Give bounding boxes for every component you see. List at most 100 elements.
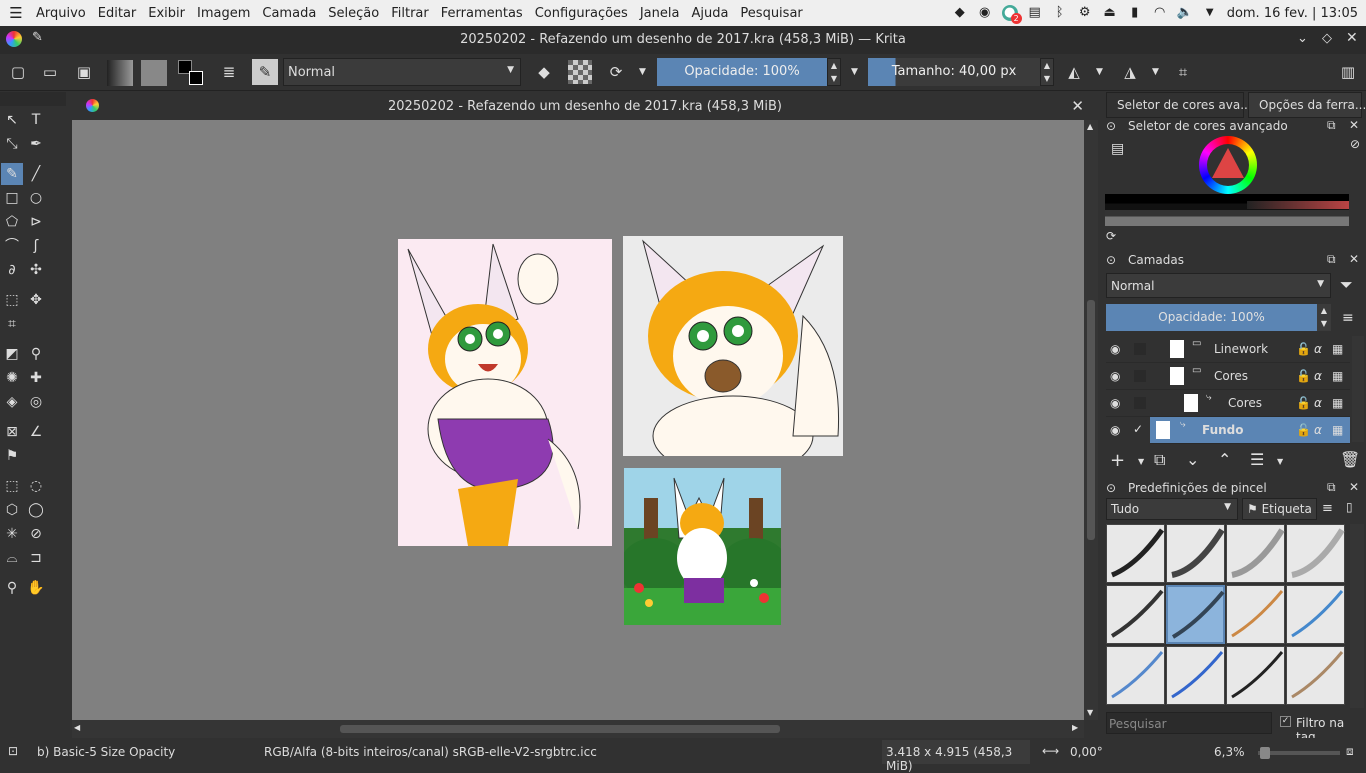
duplicate-layer-icon[interactable]: ⧉ [1154,450,1165,470]
zoom-slider[interactable] [1258,747,1340,759]
clipboard-icon[interactable]: ▤ [1027,5,1043,21]
filter-icon[interactable]: ⏷ [1340,275,1353,295]
layer-name[interactable]: Cores [1228,396,1262,410]
freehand-select-icon[interactable]: ◯ [25,499,47,521]
layer-checked-icon[interactable]: ✓ [1133,422,1143,436]
menu-selecao[interactable]: Seleção [322,6,385,21]
layer-properties-icon[interactable]: ▦ [1332,342,1343,356]
close-document-icon[interactable]: ✕ [1071,97,1084,115]
tab-tool-options[interactable]: Opções da ferra... [1248,92,1366,118]
alpha-lock-icon[interactable]: α [1314,423,1322,437]
contiguous-select-icon[interactable]: ✳ [1,523,23,545]
layer-menu-icon[interactable]: ≡ [1342,310,1354,326]
layer-row[interactable]: ◉ ⤷ Cores 🔓 α ▦ [1106,390,1350,417]
brush-preset[interactable] [1286,585,1345,644]
color-picker-icon[interactable]: ⚲ [25,343,47,365]
layers-scrollbar[interactable] [1352,336,1364,442]
move-layer-up-icon[interactable]: ⌃ [1218,450,1231,469]
similar-select-icon[interactable]: ⊘ [25,523,47,545]
layer-properties-icon[interactable]: ▦ [1332,423,1343,437]
chevron-down-icon[interactable]: ▼ [1152,67,1159,77]
image-dimensions[interactable]: 3.418 x 4.915 (458,3 MiB) [882,740,1030,773]
canvas-only-icon[interactable]: ⧈ [1346,744,1354,759]
enclose-fill-icon[interactable]: ◎ [25,391,47,413]
tab-color-selector[interactable]: Seletor de cores ava... [1106,92,1252,118]
minimize-icon[interactable]: ⌄ [1297,31,1308,46]
settings-gear-icon[interactable]: ⚙ [1077,5,1093,21]
float-dock-icon[interactable]: ⧉ [1327,118,1336,133]
move-layer-down-icon[interactable]: ⌄ [1186,450,1199,469]
gradient-swatch-icon[interactable] [107,60,133,86]
layer-row[interactable]: ◉ ▭ Linework 🔓 α ▦ [1106,336,1350,363]
color-triangle[interactable] [1212,148,1244,178]
mirror-horizontal-icon[interactable]: ◭ [1062,60,1086,84]
fill-tool-icon[interactable]: ◈ [1,391,23,413]
measure-tool-icon[interactable]: ∠ [25,421,47,443]
lock-icon[interactable]: ⊙ [1106,253,1116,267]
ellipse-select-icon[interactable]: ◌ [25,475,47,497]
menu-janela[interactable]: Janela [634,6,686,21]
layer-opacity-slider[interactable]: Opacidade: 100% [1106,304,1317,331]
reload-preset-icon[interactable]: ⟳ [604,60,628,84]
brush-preset[interactable] [1106,646,1165,705]
bezier-select-icon[interactable]: ⌓ [1,547,23,569]
crop-tool-icon[interactable]: ⌗ [1,313,23,335]
chevron-down-icon[interactable]: ▼ [851,67,858,77]
menu-imagem[interactable]: Imagem [191,6,256,21]
menu-pesquisar[interactable]: Pesquisar [734,6,808,21]
layer-checkbox[interactable] [1134,370,1146,382]
discord-icon[interactable]: ● 2 [1001,5,1022,24]
brush-preset[interactable] [1286,646,1345,705]
brush-grid-icon[interactable]: ▯ [1346,500,1353,514]
refresh-icon[interactable]: ⟳ [1106,229,1116,243]
brush-preset[interactable] [1286,524,1345,583]
reference-images-icon[interactable]: ⚑ [1,445,23,467]
close-dock-icon[interactable]: ✕ [1349,252,1359,266]
delete-layer-icon[interactable]: 🗑 [1340,450,1360,469]
layer-row-selected[interactable]: ⤷ Fundo 🔓 α ▦ [1150,417,1350,444]
chevron-down-icon[interactable]: ▼ [1096,67,1103,77]
rectangle-tool-icon[interactable]: □ [1,187,23,209]
text-tool-icon[interactable]: T [25,109,47,131]
ellipse-tool-icon[interactable]: ○ [25,187,47,209]
drawing-canvas[interactable] [72,120,1084,720]
close-dock-icon[interactable]: ✕ [1349,118,1359,132]
alpha-lock-icon[interactable] [568,60,592,84]
wifi-icon[interactable]: ◠ [1152,5,1168,21]
menu-editar[interactable]: Editar [92,6,143,21]
notification-icon[interactable]: ◆ [952,5,968,21]
brush-preset[interactable] [1226,524,1285,583]
zoom-tool-icon[interactable]: ⚲ [1,577,23,599]
layer-lock-icon[interactable]: 🔓 [1296,369,1311,383]
no-color-icon[interactable]: ⊘ [1350,137,1360,151]
add-layer-icon[interactable]: + [1110,450,1125,471]
gradient-tool-icon[interactable]: ◩ [1,343,23,365]
zoom-value[interactable]: 6,3% [1214,745,1245,759]
brush-tag-button[interactable]: ⚑ Etiqueta [1242,498,1317,520]
layer-blend-select[interactable]: Normal ▼ [1106,273,1331,298]
layer-properties-icon[interactable]: ▦ [1332,396,1343,410]
open-folder-icon[interactable]: ▭ [38,60,62,84]
brush-preset[interactable] [1166,646,1225,705]
brush-preset[interactable] [1106,524,1165,583]
move-tool-icon[interactable]: ✥ [25,289,47,311]
opacity-stepper[interactable]: ▲ ▼ [827,58,841,86]
background-color-swatch[interactable] [189,71,203,85]
magnetic-select-icon[interactable]: ⊐ [25,547,47,569]
alpha-lock-icon[interactable]: α [1314,342,1322,356]
brush-preset-icon[interactable]: ✎ [252,59,278,85]
visibility-eye-icon[interactable]: ◉ [1110,423,1120,437]
polygon-select-icon[interactable]: ⬡ [1,499,23,521]
tag-filter-checkbox[interactable]: ✓ [1280,716,1291,727]
edit-shapes-icon[interactable]: ⤡ [1,133,23,155]
visibility-eye-icon[interactable]: ◉ [1110,342,1120,356]
size-slider[interactable]: Tamanho: 40,00 px [868,58,1040,86]
battery-icon[interactable]: ▮ [1127,5,1143,21]
layer-lock-icon[interactable]: 🔓 [1296,423,1311,437]
brush-view-menu-icon[interactable]: ≡ [1322,501,1333,516]
brush-preset[interactable] [1166,524,1225,583]
document-tab[interactable]: 20250202 - Refazendo um desenho de 2017.… [72,92,1098,120]
scroll-right-icon[interactable]: ▶ [1072,723,1078,732]
brush-preset-selected[interactable] [1166,585,1225,644]
bezier-tool-icon[interactable]: ⌒ [1,235,23,257]
